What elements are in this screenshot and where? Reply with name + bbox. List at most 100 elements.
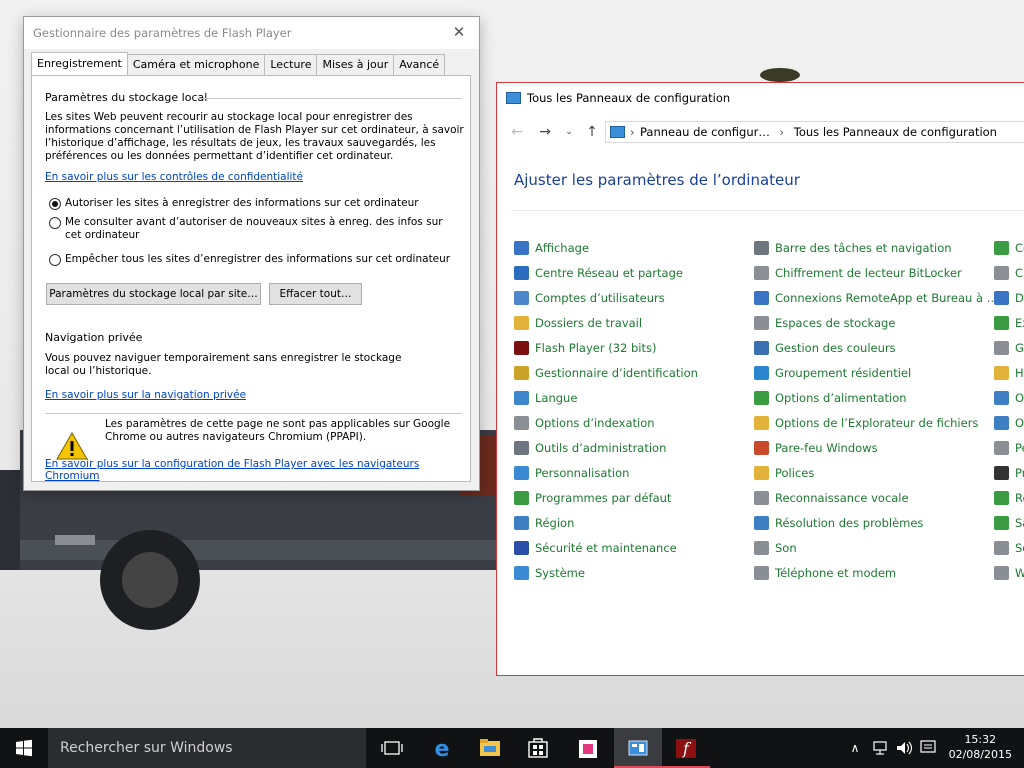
back-arrow-icon[interactable]: ←	[507, 118, 527, 146]
cp-item[interactable]: Options de l’Explorateur de fichiers	[754, 413, 978, 433]
cp-item-icon	[754, 316, 769, 330]
taskbar-search-box[interactable]: Rechercher sur Windows	[48, 728, 366, 768]
cp-item[interactable]: Flash Player (32 bits)	[514, 338, 657, 358]
cp-titlebar[interactable]: Tous les Panneaux de configuration	[497, 83, 1024, 114]
cp-item[interactable]: Reconnaissance vocale	[754, 488, 909, 508]
control-panel-icon	[506, 92, 521, 104]
cp-item[interactable]: Options d’indexation	[514, 413, 655, 433]
radio-ask-label[interactable]: Me consulter avant d’autoriser de nouvea…	[65, 216, 460, 242]
file-explorer-icon[interactable]	[466, 728, 514, 768]
cp-item-icon	[994, 566, 1009, 580]
cp-item-label: Espaces de stockage	[775, 316, 896, 330]
cp-item[interactable]: Ex	[994, 313, 1024, 333]
radio-block-label[interactable]: Empêcher tous les sites d’enregistrer de…	[65, 253, 465, 266]
cp-item-icon	[754, 541, 769, 555]
tab-enregistrement[interactable]: Enregistrement	[31, 52, 128, 75]
cp-item[interactable]: Programmes par défaut	[514, 488, 671, 508]
cp-item[interactable]: Centre Réseau et partage	[514, 263, 683, 283]
cp-item-label: Sc	[1015, 541, 1024, 555]
notifications-icon[interactable]	[918, 728, 938, 768]
private-browsing-link[interactable]: En savoir plus sur la navigation privée	[45, 389, 246, 401]
breadcrumb-tous-panneaux[interactable]: Tous les Panneaux de configuration	[794, 125, 997, 139]
cp-item[interactable]: Sécurité et maintenance	[514, 538, 677, 558]
tab-mises-a-jour[interactable]: Mises à jour	[316, 54, 395, 75]
recent-chevron-icon[interactable]: ⌄	[559, 118, 579, 146]
cp-item[interactable]: Options d’alimentation	[754, 388, 907, 408]
tab-camera-microphone[interactable]: Caméra et microphone	[126, 54, 266, 75]
app-gift-icon[interactable]	[564, 728, 612, 768]
control-panel-task-button[interactable]	[614, 728, 662, 768]
cp-item[interactable]: Pr	[994, 463, 1024, 483]
store-icon[interactable]	[514, 728, 562, 768]
cp-item[interactable]: Pe	[994, 438, 1024, 458]
cp-item[interactable]: Ce	[994, 238, 1024, 258]
taskbar: Rechercher sur Windows e f ∧ 15:32 02/08…	[0, 728, 1024, 768]
cp-item-icon	[754, 416, 769, 430]
cp-item[interactable]: Comptes d’utilisateurs	[514, 288, 665, 308]
tab-lecture[interactable]: Lecture	[264, 54, 318, 75]
address-bar[interactable]: › Panneau de configur… › Tous les Pannea…	[605, 121, 1024, 143]
close-icon[interactable]: ✕	[447, 17, 471, 49]
cp-item[interactable]: Affichage	[514, 238, 589, 258]
radio-block[interactable]	[49, 254, 61, 266]
cp-item[interactable]: Dossiers de travail	[514, 313, 642, 333]
cp-item[interactable]: Ge	[994, 338, 1024, 358]
cp-item[interactable]: Outils d’administration	[514, 438, 666, 458]
clock-time: 15:32	[964, 733, 997, 746]
cp-item[interactable]: O	[994, 388, 1024, 408]
cp-item[interactable]: Espaces de stockage	[754, 313, 895, 333]
cp-item[interactable]: W	[994, 563, 1024, 583]
radio-allow-label[interactable]: Autoriser les sites à enregistrer des in…	[65, 197, 465, 210]
cp-item[interactable]: Barre des tâches et navigation	[754, 238, 952, 258]
windows-start-icon[interactable]	[0, 728, 48, 768]
taskbar-clock[interactable]: 15:32 02/08/2015	[949, 732, 1012, 762]
cp-item-label: Chiffrement de lecteur BitLocker	[775, 266, 962, 280]
cp-item[interactable]: Gestion des couleurs	[754, 338, 896, 358]
cp-item[interactable]: Région	[514, 513, 574, 533]
forward-arrow-icon[interactable]: →	[535, 118, 555, 146]
network-icon[interactable]	[870, 728, 890, 768]
show-hidden-icons-chevron[interactable]: ∧	[848, 728, 862, 768]
volume-icon[interactable]	[894, 728, 914, 768]
cp-item[interactable]: Résolution des problèmes	[754, 513, 923, 533]
cp-item[interactable]: Sc	[994, 538, 1024, 558]
radio-ask[interactable]	[49, 217, 61, 229]
cp-item[interactable]: Sa	[994, 513, 1024, 533]
cp-item[interactable]: Chiffrement de lecteur BitLocker	[754, 263, 962, 283]
chromium-config-link[interactable]: En savoir plus sur la configuration de F…	[45, 458, 470, 482]
cp-item[interactable]: Connexions RemoteApp et Bureau à …	[754, 288, 998, 308]
flash-titlebar[interactable]: Gestionnaire des paramètres de Flash Pla…	[24, 17, 479, 49]
cp-item[interactable]: Personnalisation	[514, 463, 629, 483]
edge-browser-icon[interactable]: e	[418, 728, 466, 768]
cp-item-label: Ge	[1015, 341, 1024, 355]
up-arrow-icon[interactable]: ↑	[582, 118, 602, 146]
cp-item[interactable]: Da	[994, 288, 1024, 308]
cp-item-icon	[994, 391, 1009, 405]
cp-item[interactable]: Cl	[994, 263, 1024, 283]
cp-item[interactable]: Système	[514, 563, 585, 583]
cp-item[interactable]: Polices	[754, 463, 814, 483]
cp-item[interactable]: Pare-feu Windows	[754, 438, 878, 458]
cp-item[interactable]: O	[994, 413, 1024, 433]
cp-item[interactable]: Son	[754, 538, 797, 558]
cp-item[interactable]: Re	[994, 488, 1024, 508]
cp-item-icon	[514, 491, 529, 505]
cp-item-label: Cl	[1015, 266, 1024, 280]
radio-allow[interactable]	[49, 198, 61, 210]
clear-all-button[interactable]: Effacer tout…	[269, 283, 362, 305]
tab-avance[interactable]: Avancé	[393, 54, 446, 75]
cp-item[interactable]: Groupement résidentiel	[754, 363, 911, 383]
svg-text:e: e	[435, 737, 450, 762]
cp-item[interactable]: Gestionnaire d’identification	[514, 363, 698, 383]
cp-item[interactable]: Téléphone et modem	[754, 563, 896, 583]
cp-item[interactable]: Langue	[514, 388, 577, 408]
cp-item-label: Groupement résidentiel	[775, 366, 912, 380]
cp-item-icon	[514, 341, 529, 355]
breadcrumb-panneau[interactable]: Panneau de configur…	[640, 125, 770, 139]
task-view-icon[interactable]	[368, 728, 416, 768]
flash-player-task-button[interactable]: f	[662, 728, 710, 768]
cp-item[interactable]: H	[994, 363, 1024, 383]
privacy-controls-link[interactable]: En savoir plus sur les contrôles de conf…	[45, 171, 303, 183]
site-storage-settings-button[interactable]: Paramètres du stockage local par site…	[46, 283, 261, 305]
control-panel-window: Tous les Panneaux de configuration ← → ⌄…	[496, 82, 1024, 676]
